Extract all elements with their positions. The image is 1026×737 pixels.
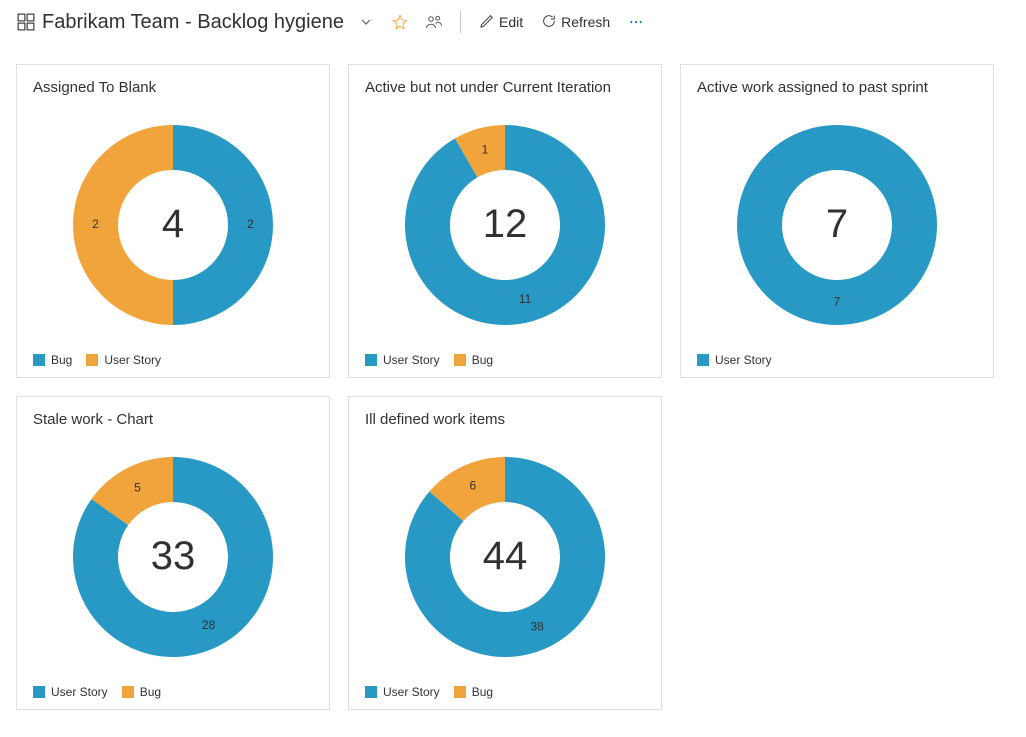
donut-chart: 38644 (395, 447, 615, 667)
refresh-button[interactable]: Refresh (535, 9, 616, 36)
widget-title: Stale work - Chart (33, 411, 313, 428)
team-button[interactable] (420, 8, 448, 36)
widget-title: Active work assigned to past sprint (697, 79, 977, 96)
slice-value-label: 6 (469, 478, 476, 492)
legend-label: Bug (51, 353, 72, 367)
edit-label: Edit (499, 14, 523, 30)
donut-chart: 11112 (395, 115, 615, 335)
widget-title: Ill defined work items (365, 411, 645, 428)
legend: User Story Bug (365, 347, 645, 367)
donut-slice[interactable] (73, 125, 173, 325)
legend-swatch (697, 354, 709, 366)
donut-slice[interactable] (173, 125, 273, 325)
slice-value-label: 11 (519, 292, 532, 306)
dashboard-icon (16, 12, 36, 32)
more-button[interactable] (622, 8, 650, 36)
chart-widget[interactable]: Ill defined work items38644User StoryBug (348, 396, 662, 710)
toolbar-separator (460, 11, 461, 33)
title-dropdown-button[interactable] (352, 8, 380, 36)
legend-label: Bug (472, 353, 493, 367)
legend-swatch (33, 354, 45, 366)
legend-label: User Story (383, 685, 440, 699)
slice-value-label: 1 (482, 142, 489, 156)
chart-widget[interactable]: Active work assigned to past sprint 77 Use… (680, 64, 994, 378)
widget-title: Active but not under Current Iteration (365, 79, 645, 96)
legend-item[interactable]: User Story (365, 685, 440, 699)
refresh-label: Refresh (561, 14, 610, 30)
legend-item[interactable]: User Story (697, 353, 772, 367)
chart-area: 28533 (33, 434, 313, 679)
page-title: Fabrikam Team - Backlog hygiene (42, 11, 344, 34)
legend-item[interactable]: Bug (454, 685, 493, 699)
edit-button[interactable]: Edit (473, 9, 529, 36)
slice-value-label: 2 (92, 217, 99, 231)
slice-value-label: 28 (202, 618, 216, 632)
chart-widget[interactable]: Active but not under Current Iteration11… (348, 64, 662, 378)
legend: User Story Bug (365, 679, 645, 699)
legend-label: User Story (51, 685, 108, 699)
dashboard-grid: Assigned To Blank224BugUser StoryActive … (0, 44, 1026, 730)
slice-value-label: 38 (531, 619, 545, 633)
legend-item[interactable]: Bug (122, 685, 161, 699)
toolbar: Fabrikam Team - Backlog hygiene Edit Ref… (0, 0, 1026, 44)
legend-label: User Story (104, 353, 161, 367)
pencil-icon (479, 13, 495, 32)
slice-value-label: 7 (834, 294, 841, 308)
legend-item[interactable]: User Story (365, 353, 440, 367)
legend: User Story (697, 347, 977, 367)
chart-widget[interactable]: Assigned To Blank224BugUser Story (16, 64, 330, 378)
chart-widget[interactable]: Stale work - Chart28533User StoryBug (16, 396, 330, 710)
chart-area: 38644 (365, 434, 645, 679)
legend-swatch (454, 686, 466, 698)
favorite-button[interactable] (386, 8, 414, 36)
legend-swatch (33, 686, 45, 698)
legend: Bug User Story (33, 347, 313, 367)
legend-swatch (86, 354, 98, 366)
legend-label: Bug (472, 685, 493, 699)
chart-area: 11112 (365, 102, 645, 347)
legend-item[interactable]: Bug (33, 353, 72, 367)
donut-chart: 28533 (63, 447, 283, 667)
donut-chart: 77 (727, 115, 947, 335)
legend-item[interactable]: User Story (86, 353, 161, 367)
legend-swatch (365, 686, 377, 698)
legend-label: User Story (715, 353, 772, 367)
chart-area: 77 (697, 102, 977, 347)
legend-label: Bug (140, 685, 161, 699)
chart-area: 224 (33, 102, 313, 347)
legend-label: User Story (383, 353, 440, 367)
legend-item[interactable]: User Story (33, 685, 108, 699)
legend-swatch (365, 354, 377, 366)
slice-value-label: 2 (247, 217, 254, 231)
refresh-icon (541, 13, 557, 32)
widget-title: Assigned To Blank (33, 79, 313, 96)
slice-value-label: 5 (134, 480, 141, 494)
donut-chart: 224 (63, 115, 283, 335)
legend-swatch (454, 354, 466, 366)
legend: User Story Bug (33, 679, 313, 699)
legend-swatch (122, 686, 134, 698)
legend-item[interactable]: Bug (454, 353, 493, 367)
